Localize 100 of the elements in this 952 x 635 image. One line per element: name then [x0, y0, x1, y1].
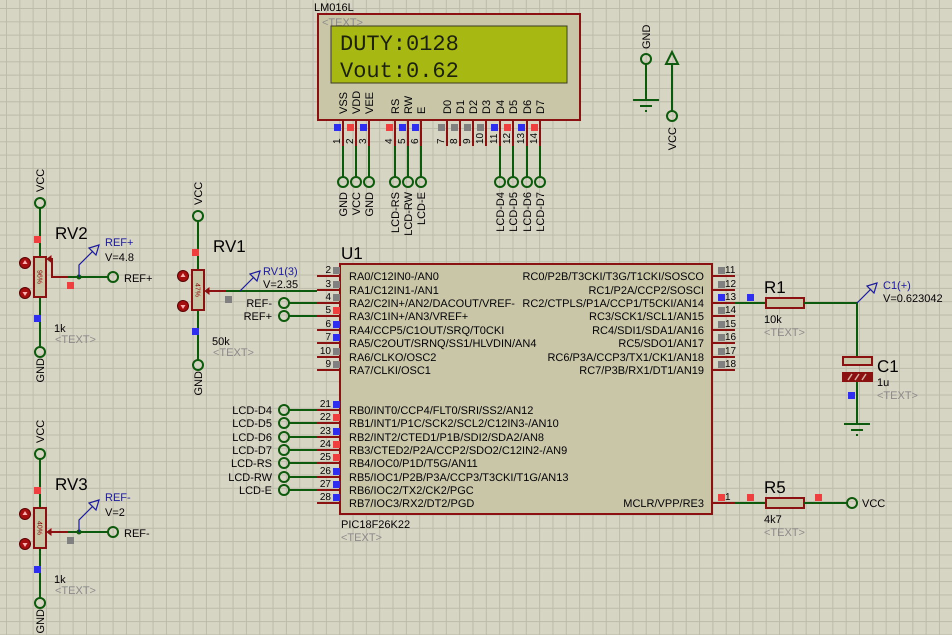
- pin-number: 15: [725, 319, 736, 330]
- wire: [407, 146, 409, 177]
- probe-arrow-icon: [78, 499, 100, 532]
- power-arrow-icon: [664, 50, 680, 65]
- net-label: GND: [364, 192, 376, 216]
- wire: [512, 146, 514, 177]
- terminal-icon: [402, 176, 414, 188]
- net-label: VCC: [667, 127, 679, 150]
- adjust-button[interactable]: [19, 508, 31, 520]
- component-value: 4k7: [764, 514, 782, 526]
- terminal-icon: [278, 484, 290, 496]
- wire: [420, 146, 422, 177]
- adjust-button[interactable]: [19, 257, 31, 269]
- pin-number: 6: [410, 138, 421, 144]
- net-label: LCD-RS: [390, 192, 402, 233]
- net-label: LCD-RW: [228, 472, 272, 484]
- net-label: REF+: [124, 273, 152, 285]
- terminal-icon: [34, 197, 46, 209]
- net-label: LCD-D7: [535, 192, 547, 232]
- terminal-icon: [389, 176, 401, 188]
- capacitor-plate: [842, 372, 873, 382]
- terminal-icon: [278, 404, 290, 416]
- net-label: GND: [193, 371, 205, 396]
- pin-number: 16: [725, 332, 736, 343]
- pin-label: VSS: [338, 92, 350, 114]
- pin-number: 23: [320, 426, 331, 437]
- net-label: GND: [35, 609, 47, 634]
- wire: [735, 302, 766, 304]
- wire: [499, 146, 501, 177]
- pin-label: RC1/P2A/CCP2/SOSCI: [588, 285, 704, 297]
- net-label: VCC: [351, 192, 363, 216]
- pin-number: 27: [320, 479, 331, 490]
- pin-label: RC4/SDI1/SDA1/AN16: [592, 325, 704, 337]
- pin-label: RA0/C12IN0-/AN0: [349, 271, 439, 283]
- pin-label: RA2/C2IN+/AN2/DACOUT/VREF-: [349, 298, 515, 310]
- pin-label: VDD: [351, 90, 363, 114]
- pin-label: D7: [535, 100, 547, 114]
- wire: [394, 146, 396, 177]
- probe-arrow-icon: [78, 244, 100, 277]
- pin-number: 12: [502, 132, 513, 144]
- wire: [804, 302, 858, 356]
- junction-dot: [76, 274, 82, 280]
- terminal-icon: [415, 176, 427, 188]
- pin-number: 11: [725, 265, 736, 276]
- component-name: R1: [764, 278, 786, 297]
- net-label: LCD-RS: [231, 458, 272, 470]
- component-name: C1: [877, 357, 899, 376]
- probe-arrow-icon: [239, 270, 261, 292]
- wire: [289, 449, 317, 451]
- pin-label: RB7/IOC3/RX2/DT2/PGD: [349, 498, 474, 510]
- terminal-icon: [363, 176, 375, 188]
- adjust-button[interactable]: [19, 538, 31, 550]
- pin-label: RA3/C1IN+/AN3/VREF+: [349, 311, 468, 323]
- terminal-icon: [666, 110, 678, 122]
- pin-label: RB2/INT2/CTED1/P1B/SDI2/SDA2/AN8: [349, 432, 544, 444]
- pin-label: RB3/CTED2/P2A/CCP2/SDO2/C12IN2-/AN9: [349, 445, 568, 457]
- component-value: 50k: [212, 336, 230, 348]
- adjust-button[interactable]: [19, 287, 31, 299]
- junction-dot: [76, 530, 82, 534]
- pin-number: 4: [384, 138, 395, 144]
- probe-label: REF+: [105, 237, 134, 249]
- wire: [68, 276, 108, 278]
- wire: [289, 422, 317, 424]
- pin-label: RB4/IOC0/P1D/T5G/AN11: [349, 458, 478, 470]
- net-label: REF-: [246, 298, 272, 310]
- adjust-button[interactable]: [177, 300, 189, 312]
- net-label: LCD-D5: [508, 192, 520, 232]
- component-value: 10k: [764, 314, 782, 326]
- pin-label: RW: [403, 96, 415, 114]
- pin-label: RB0/INT0/CCP4/FLT0/SRI/SS2/AN12: [349, 405, 534, 417]
- pin-number: 13: [516, 132, 527, 144]
- terminal-icon: [494, 176, 506, 188]
- net-label: LCD-D6: [522, 192, 534, 232]
- lcd-text: DUTY:0128: [340, 32, 459, 57]
- wire: [526, 146, 528, 177]
- component-name: RV2: [55, 224, 88, 243]
- wire: [539, 146, 541, 177]
- terminal-icon: [278, 431, 290, 443]
- component-name: RV1: [213, 237, 246, 256]
- pin-number: 10: [475, 132, 486, 144]
- terminal-icon: [278, 471, 290, 483]
- pin-number: 17: [725, 346, 736, 357]
- wire: [735, 502, 766, 504]
- pin-number: 24: [320, 439, 331, 450]
- wire: [39, 459, 41, 508]
- wire: [368, 146, 370, 177]
- terminal-icon: [192, 210, 204, 222]
- pin-number: 2: [345, 138, 356, 144]
- wire: [342, 146, 344, 177]
- resistor: [765, 497, 805, 509]
- pin-label: RC0/P2B/T3CKI/T3G/T1CKI/SOSCO: [522, 271, 704, 283]
- terminal-icon: [107, 526, 119, 538]
- wire: [671, 64, 673, 111]
- pin-label: RS: [390, 98, 402, 114]
- terminal-icon: [507, 176, 519, 188]
- net-label: LCD-D4: [232, 405, 272, 417]
- property-tag: <TEXT>: [55, 334, 96, 346]
- pin-label: RC2/CTPLS/P1A/CCP1/T5CKI/AN14: [522, 298, 704, 310]
- adjust-button[interactable]: [177, 270, 189, 282]
- terminal-icon: [107, 271, 119, 283]
